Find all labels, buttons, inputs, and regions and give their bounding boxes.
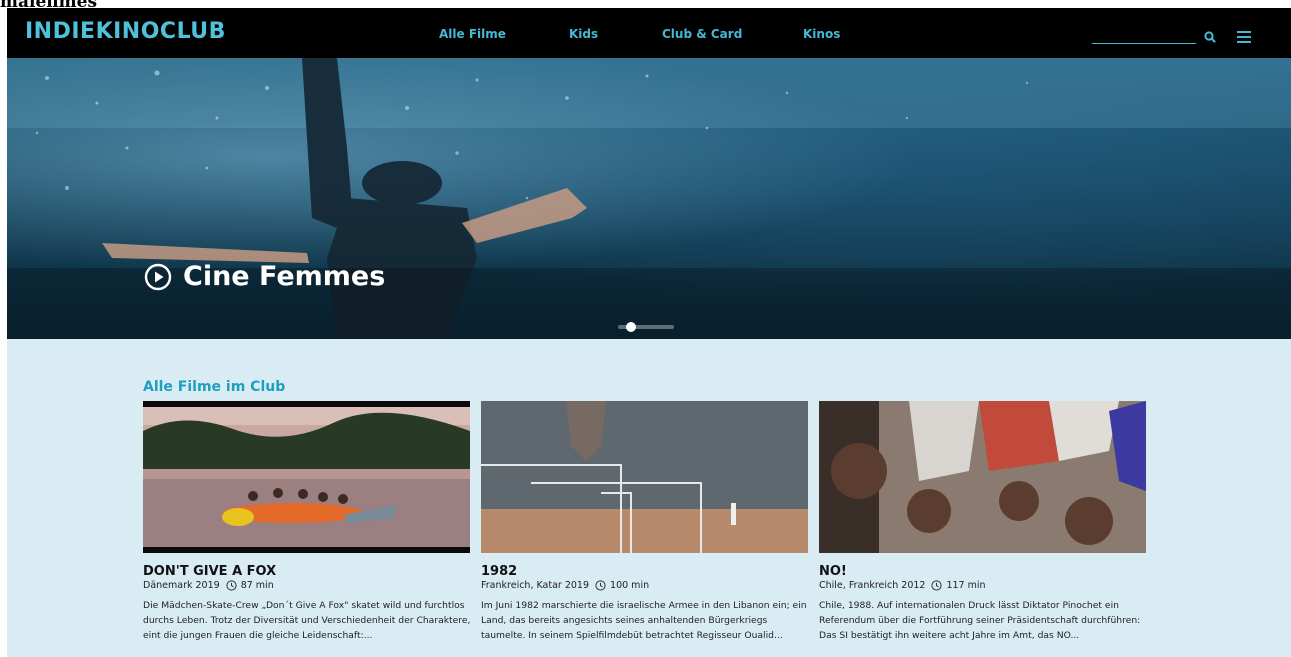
film-duration: 117 min xyxy=(946,580,986,591)
top-navigation: INDIEKINOCLUB Alle Filme Kids Club & Car… xyxy=(7,8,1291,58)
search-input[interactable] xyxy=(1092,27,1196,44)
play-circle-icon xyxy=(144,263,172,290)
clock-icon xyxy=(226,580,237,591)
nav-link-kinos[interactable]: Kinos xyxy=(803,27,840,41)
hero-title: Cine Femmes xyxy=(183,261,386,292)
film-thumbnail[interactable] xyxy=(143,401,470,553)
hero-image xyxy=(7,58,1291,339)
slider-dot-active[interactable] xyxy=(626,322,636,332)
film-meta: Dänemark 2019 87 min xyxy=(143,580,470,591)
film-title[interactable]: NO! xyxy=(819,564,1146,579)
film-card-no[interactable]: NO! Chile, Frankreich 2012 117 min Chile… xyxy=(819,401,1146,643)
film-title[interactable]: DON'T GIVE A FOX xyxy=(143,564,470,579)
hero-title-link[interactable]: Cine Femmes xyxy=(144,261,385,292)
film-origin: Frankreich, Katar 2019 xyxy=(481,580,590,591)
film-card-1982[interactable]: 1982 Frankreich, Katar 2019 100 min Im J… xyxy=(481,401,808,643)
search-icon[interactable] xyxy=(1203,30,1217,44)
clock-icon xyxy=(595,580,606,591)
film-meta: Chile, Frankreich 2012 117 min xyxy=(819,580,1146,591)
film-duration: 100 min xyxy=(610,580,650,591)
nav-link-alle-filme[interactable]: Alle Filme xyxy=(439,27,506,41)
film-thumbnail[interactable] xyxy=(819,401,1146,553)
browser-viewport: INDIEKINOCLUB Alle Filme Kids Club & Car… xyxy=(7,8,1291,657)
site-logo[interactable]: INDIEKINOCLUB xyxy=(25,19,226,44)
film-origin: Chile, Frankreich 2012 xyxy=(819,580,926,591)
film-duration: 87 min xyxy=(240,580,274,591)
film-title[interactable]: 1982 xyxy=(481,564,808,579)
hamburger-menu-icon[interactable] xyxy=(1237,31,1251,43)
films-section: Alle Filme im Club DON'T GIVE A FOX Däne… xyxy=(7,339,1291,657)
film-description: Im Juni 1982 marschierte die israelische… xyxy=(481,600,807,641)
film-thumbnail[interactable] xyxy=(481,401,808,553)
film-meta: Frankreich, Katar 2019 100 min xyxy=(481,580,808,591)
clock-icon xyxy=(931,580,943,591)
film-description: Chile, 1988. Auf internationalen Druck l… xyxy=(819,600,1141,641)
hero-slider-indicator[interactable] xyxy=(618,321,674,333)
film-origin: Dänemark 2019 xyxy=(143,580,220,591)
film-card-dont-give-a-fox[interactable]: DON'T GIVE A FOX Dänemark 2019 87 min Di… xyxy=(143,401,470,643)
hero-banner[interactable]: Cine Femmes xyxy=(7,58,1291,339)
film-description: Die Mädchen-Skate-Crew „Don´t Give A Fox… xyxy=(143,600,471,641)
section-title: Alle Filme im Club xyxy=(143,379,286,395)
nav-link-kids[interactable]: Kids xyxy=(569,27,598,41)
nav-link-club-card[interactable]: Club & Card xyxy=(662,27,742,41)
